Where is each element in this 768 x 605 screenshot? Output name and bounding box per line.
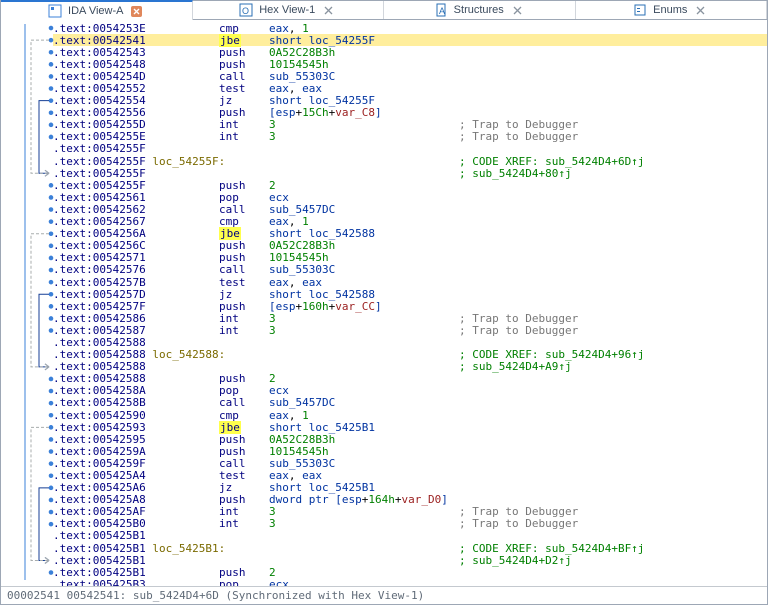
disasm-row[interactable]: .text:0054255F xyxy=(53,143,767,155)
disasm-row[interactable]: .text:00542571push10154545h xyxy=(53,252,767,264)
code-listing[interactable]: .text:0054253Ecmpeax, 1.text:00542541jbe… xyxy=(53,20,767,586)
tab-label: IDA View-A xyxy=(68,5,123,17)
disasm-row[interactable]: .text:00542567cmpeax, 1 xyxy=(53,216,767,228)
disasm-row[interactable]: .text:0054256Ajbeshort loc_542588 xyxy=(53,228,767,240)
disasm-row[interactable]: .text:005425A8pushdword ptr [esp+164h+va… xyxy=(53,494,767,506)
statusbar: 00002541 00542541: sub_5424D4+6D (Synchr… xyxy=(1,586,767,604)
status-text: 00002541 00542541: sub_5424D4+6D (Synchr… xyxy=(7,589,424,602)
disasm-row[interactable]: .text:005425A4testeax, eax xyxy=(53,469,767,481)
disasm-row[interactable]: .text:0054257Btesteax, eax xyxy=(53,276,767,288)
disasm-row[interactable]: .text:005425B3popecx xyxy=(53,578,767,586)
disasm-row[interactable]: .text:0054255Dint3; Trap to Debugger xyxy=(53,119,767,131)
tabstrip: IDA View-A O Hex View-1 A Structures xyxy=(1,1,767,20)
disasm-row[interactable]: .text:00542588 loc_542588:; CODE XREF: s… xyxy=(53,349,767,361)
disasm-row[interactable]: .text:00542548push10154545h xyxy=(53,58,767,70)
disasm-row[interactable]: .text:00542588; sub_5424D4+A9↑j xyxy=(53,361,767,373)
structures-icon: A xyxy=(434,3,448,17)
disasm-row[interactable]: .text:0054258Apopecx xyxy=(53,385,767,397)
disasm-row[interactable]: .text:0054259Fcallsub_55303C xyxy=(53,457,767,469)
disasm-row[interactable]: .text:005425B1push2 xyxy=(53,566,767,578)
disasm-row[interactable]: .text:00542554jzshort loc_54255F xyxy=(53,95,767,107)
tab-enums[interactable]: Enums xyxy=(576,1,768,19)
svg-text:O: O xyxy=(242,6,249,16)
view-icon xyxy=(48,4,62,18)
disasm-row[interactable]: .text:0054255Fpush2 xyxy=(53,179,767,191)
disasm-row[interactable]: .text:0054257Fpush[esp+160h+var_CC] xyxy=(53,300,767,312)
disasm-row[interactable]: .text:0054255Eint3; Trap to Debugger xyxy=(53,131,767,143)
svg-text:A: A xyxy=(439,6,445,16)
disasm-row[interactable]: .text:005425B0int3; Trap to Debugger xyxy=(53,518,767,530)
tab-hex-view-1[interactable]: O Hex View-1 xyxy=(193,1,385,19)
disasm-row[interactable]: .text:0054257Djzshort loc_542588 xyxy=(53,288,767,300)
hex-icon: O xyxy=(239,3,253,17)
disasm-row[interactable]: .text:0054255F; sub_5424D4+80↑j xyxy=(53,167,767,179)
disasm-row[interactable]: .text:005425B1 loc_5425B1:; CODE XREF: s… xyxy=(53,542,767,554)
tab-close-icon[interactable] xyxy=(510,5,525,16)
disasm-row[interactable]: .text:0054259Apush10154545h xyxy=(53,445,767,457)
tab-close-icon[interactable] xyxy=(129,6,144,17)
tab-structures[interactable]: A Structures xyxy=(384,1,576,19)
disasm-row[interactable]: .text:005425AFint3; Trap to Debugger xyxy=(53,506,767,518)
disasm-row[interactable]: .text:0054258Bcallsub_5457DC xyxy=(53,397,767,409)
tab-label: Structures xyxy=(454,4,504,16)
disasm-row[interactable]: .text:00542562callsub_5457DC xyxy=(53,203,767,215)
disasm-row[interactable]: .text:0054256Cpush0A52C28B3h xyxy=(53,240,767,252)
disasm-row[interactable]: .text:00542576callsub_55303C xyxy=(53,264,767,276)
disassembly-view[interactable]: .text:0054253Ecmpeax, 1.text:00542541jbe… xyxy=(1,20,767,586)
tab-ida-view-a[interactable]: IDA View-A xyxy=(1,0,193,20)
disasm-row[interactable]: .text:0054253Ecmpeax, 1 xyxy=(53,22,767,34)
disasm-row[interactable]: .text:005425A6jzshort loc_5425B1 xyxy=(53,482,767,494)
disasm-row[interactable]: .text:00542556push[esp+15Ch+var_C8] xyxy=(53,107,767,119)
disasm-row[interactable]: .text:00542595push0A52C28B3h xyxy=(53,433,767,445)
tab-close-icon[interactable] xyxy=(321,5,336,16)
disasm-row[interactable]: .text:00542590cmpeax, 1 xyxy=(53,409,767,421)
enums-icon xyxy=(633,3,647,17)
disasm-row[interactable]: .text:00542561popecx xyxy=(53,191,767,203)
disasm-row[interactable]: .text:00542541jbeshort loc_54255F xyxy=(53,34,767,46)
disasm-row[interactable]: .text:005425B1; sub_5424D4+D2↑j xyxy=(53,554,767,566)
disasm-row[interactable]: .text:0054255F loc_54255F:; CODE XREF: s… xyxy=(53,155,767,167)
disasm-row[interactable]: .text:00542593jbeshort loc_5425B1 xyxy=(53,421,767,433)
disasm-row[interactable]: .text:00542543push0A52C28B3h xyxy=(53,46,767,58)
ida-window: IDA View-A O Hex View-1 A Structures xyxy=(0,0,768,605)
disasm-row[interactable]: .text:00542586int3; Trap to Debugger xyxy=(53,312,767,324)
disasm-row[interactable]: .text:005425B1 xyxy=(53,530,767,542)
tab-close-icon[interactable] xyxy=(693,5,708,16)
disasm-row[interactable]: .text:0054254Dcallsub_55303C xyxy=(53,70,767,82)
disasm-row[interactable]: .text:00542588 xyxy=(53,336,767,348)
disasm-row[interactable]: .text:00542552testeax, eax xyxy=(53,82,767,94)
disasm-row[interactable]: .text:00542588push2 xyxy=(53,373,767,385)
tab-label: Enums xyxy=(653,4,687,16)
tab-label: Hex View-1 xyxy=(259,4,315,16)
disasm-row[interactable]: .text:00542587int3; Trap to Debugger xyxy=(53,324,767,336)
flow-gutter xyxy=(1,20,53,586)
